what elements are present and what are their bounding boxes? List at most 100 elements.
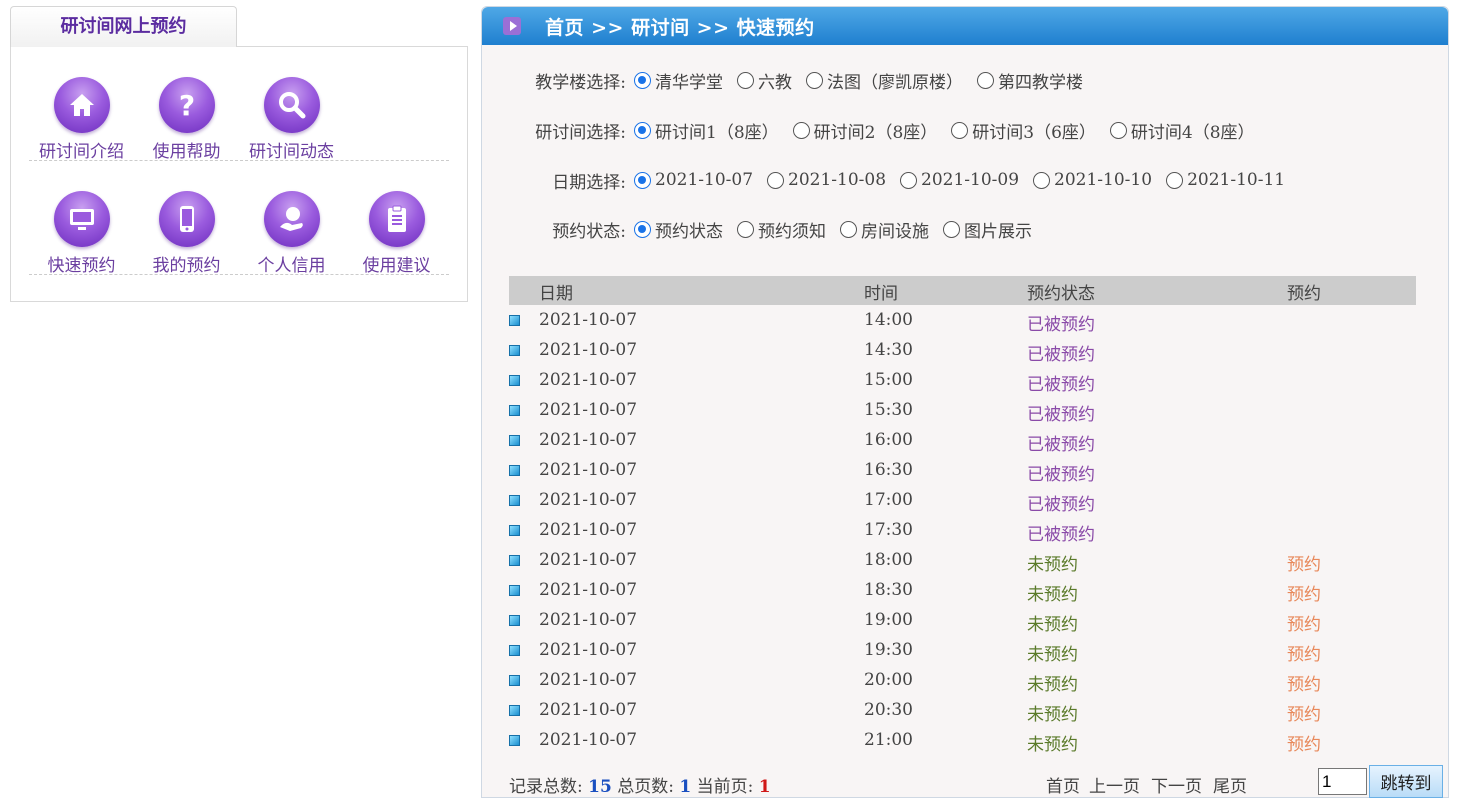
room-option[interactable]: 研讨间2（8座） [792,118,937,143]
room-option[interactable]: 研讨间3（6座） [951,118,1096,143]
monitor-icon [53,191,110,247]
nav-my-reservations[interactable]: 我的预约 [134,191,239,276]
cell-status: 已被预约 [1027,435,1095,455]
main-panel: 首页 >> 研讨间 >> 快速预约 教学楼选择: 清华学堂 六教 法图（廖凯原楼… [481,6,1449,798]
bullet-icon [509,675,520,686]
option-label: 2021-10-09 [921,170,1020,190]
nav-room-intro[interactable]: 研讨间介绍 [29,77,134,162]
nav-room-news[interactable]: 研讨间动态 [239,77,344,162]
radio-icon [1166,171,1184,189]
status-filter-row: 预约状态: 预约状态 预约须知 房间设施 图片展示 [482,214,1432,244]
radio-icon [767,171,785,189]
first-page-link[interactable]: 首页 [1046,772,1080,797]
nav-label: 快速预约 [47,256,116,276]
cell-date: 2021-10-07 [539,490,638,510]
cell-date: 2021-10-07 [539,460,638,480]
cell-time: 20:30 [864,700,913,720]
pages-label: 总页数: [617,777,674,797]
radio-icon [1033,171,1051,189]
cell-time: 16:30 [864,460,913,480]
building-option[interactable]: 清华学堂 [634,68,723,93]
icon-row-1: 研讨间介绍 ? 使用帮助 研讨间动态 [29,47,449,162]
cell-status: 已被预约 [1027,375,1095,395]
status-option[interactable]: 房间设施 [840,217,929,242]
status-option[interactable]: 预约须知 [737,217,826,242]
table-row: 2021-10-07 15:00 已被预约 [509,366,1416,396]
cell-time: 18:30 [864,580,913,600]
bullet-icon [509,645,520,656]
header-status: 预约状态 [1027,284,1095,304]
building-option[interactable]: 六教 [737,68,792,93]
left-nav-panel: 研讨间网上预约 研讨间介绍 ? 使用帮助 研讨间动态 快速预约 我的预约 个人信… [10,6,468,302]
option-label: 研讨间4（8座） [1130,122,1255,143]
radio-icon [737,71,754,89]
bullet-icon [509,525,520,536]
building-filter-label: 教学楼选择: [535,72,626,93]
nav-help[interactable]: ? 使用帮助 [134,77,239,162]
icon-row-2: 快速预约 我的预约 个人信用 使用建议 [29,161,449,276]
building-option[interactable]: 法图（廖凯原楼） [806,68,963,93]
reserve-link[interactable]: 预约 [1287,580,1321,605]
table-row: 2021-10-07 18:00 未预约 预约 [509,546,1416,576]
radio-icon [840,220,857,238]
bullet-icon [509,615,520,626]
cell-time: 20:00 [864,670,913,690]
cell-status: 未预约 [1027,615,1078,635]
option-label: 房间设施 [861,221,929,242]
room-option[interactable]: 研讨间1（8座） [634,118,779,143]
reserve-link[interactable]: 预约 [1287,610,1321,635]
room-option[interactable]: 研讨间4（8座） [1109,118,1255,143]
nav-suggestions[interactable]: 使用建议 [344,191,449,276]
play-arrow-icon [503,17,521,35]
nav-label: 使用建议 [362,256,431,276]
option-label: 2021-10-10 [1054,170,1153,190]
building-option[interactable]: 第四教学楼 [977,68,1083,93]
cell-status: 未预约 [1027,585,1078,605]
table-body: 2021-10-07 14:00 已被预约 2021-10-07 14:30 已被预约 20… [509,306,1416,756]
header-bar: 首页 >> 研讨间 >> 快速预约 [482,7,1448,45]
cell-time: 15:30 [864,400,913,420]
option-label: 第四教学楼 [998,72,1083,93]
cell-date: 2021-10-07 [539,640,638,660]
date-option[interactable]: 2021-10-08 [767,170,886,190]
reserve-link[interactable]: 预约 [1287,640,1321,665]
nav-personal-credit[interactable]: 个人信用 [239,191,344,276]
clipboard-icon [368,191,425,247]
cell-status: 已被预约 [1027,315,1095,335]
prev-page-link[interactable]: 上一页 [1089,772,1140,797]
option-label: 图片展示 [964,221,1032,242]
reserve-link[interactable]: 预约 [1287,730,1321,755]
option-label: 2021-10-08 [788,170,887,190]
last-page-link[interactable]: 尾页 [1213,772,1247,797]
cell-time: 14:30 [864,340,913,360]
radio-icon [792,121,810,139]
date-option[interactable]: 2021-10-09 [900,170,1019,190]
nav-quick-reserve[interactable]: 快速预约 [29,191,134,276]
status-option[interactable]: 预约状态 [634,217,723,242]
cell-status: 已被预约 [1027,495,1095,515]
reserve-link[interactable]: 预约 [1287,550,1321,575]
cell-status: 未预约 [1027,675,1078,695]
date-option[interactable]: 2021-10-07 [634,170,753,190]
next-page-link[interactable]: 下一页 [1151,772,1202,797]
date-option[interactable]: 2021-10-10 [1033,170,1152,190]
table-row: 2021-10-07 14:00 已被预约 [509,306,1416,336]
status-option[interactable]: 图片展示 [943,217,1032,242]
jump-button[interactable]: 跳转到 [1369,765,1443,798]
option-label: 研讨间3（6座） [972,122,1096,143]
bullet-icon [509,435,520,446]
radio-checked-icon [634,171,651,189]
table-header: 日期 时间 预约状态 预约 [509,276,1416,305]
date-option[interactable]: 2021-10-11 [1166,170,1285,190]
svg-text:?: ? [178,89,194,121]
reserve-link[interactable]: 预约 [1287,670,1321,695]
bullet-icon [509,405,520,416]
cell-status: 未预约 [1027,705,1078,725]
header-date: 日期 [539,284,573,304]
nav-label: 使用帮助 [152,142,221,162]
cell-status: 已被预约 [1027,465,1095,485]
cell-date: 2021-10-07 [539,610,638,630]
page-number-input[interactable] [1318,768,1367,795]
reserve-link[interactable]: 预约 [1287,700,1321,725]
table-row: 2021-10-07 16:00 已被预约 [509,426,1416,456]
